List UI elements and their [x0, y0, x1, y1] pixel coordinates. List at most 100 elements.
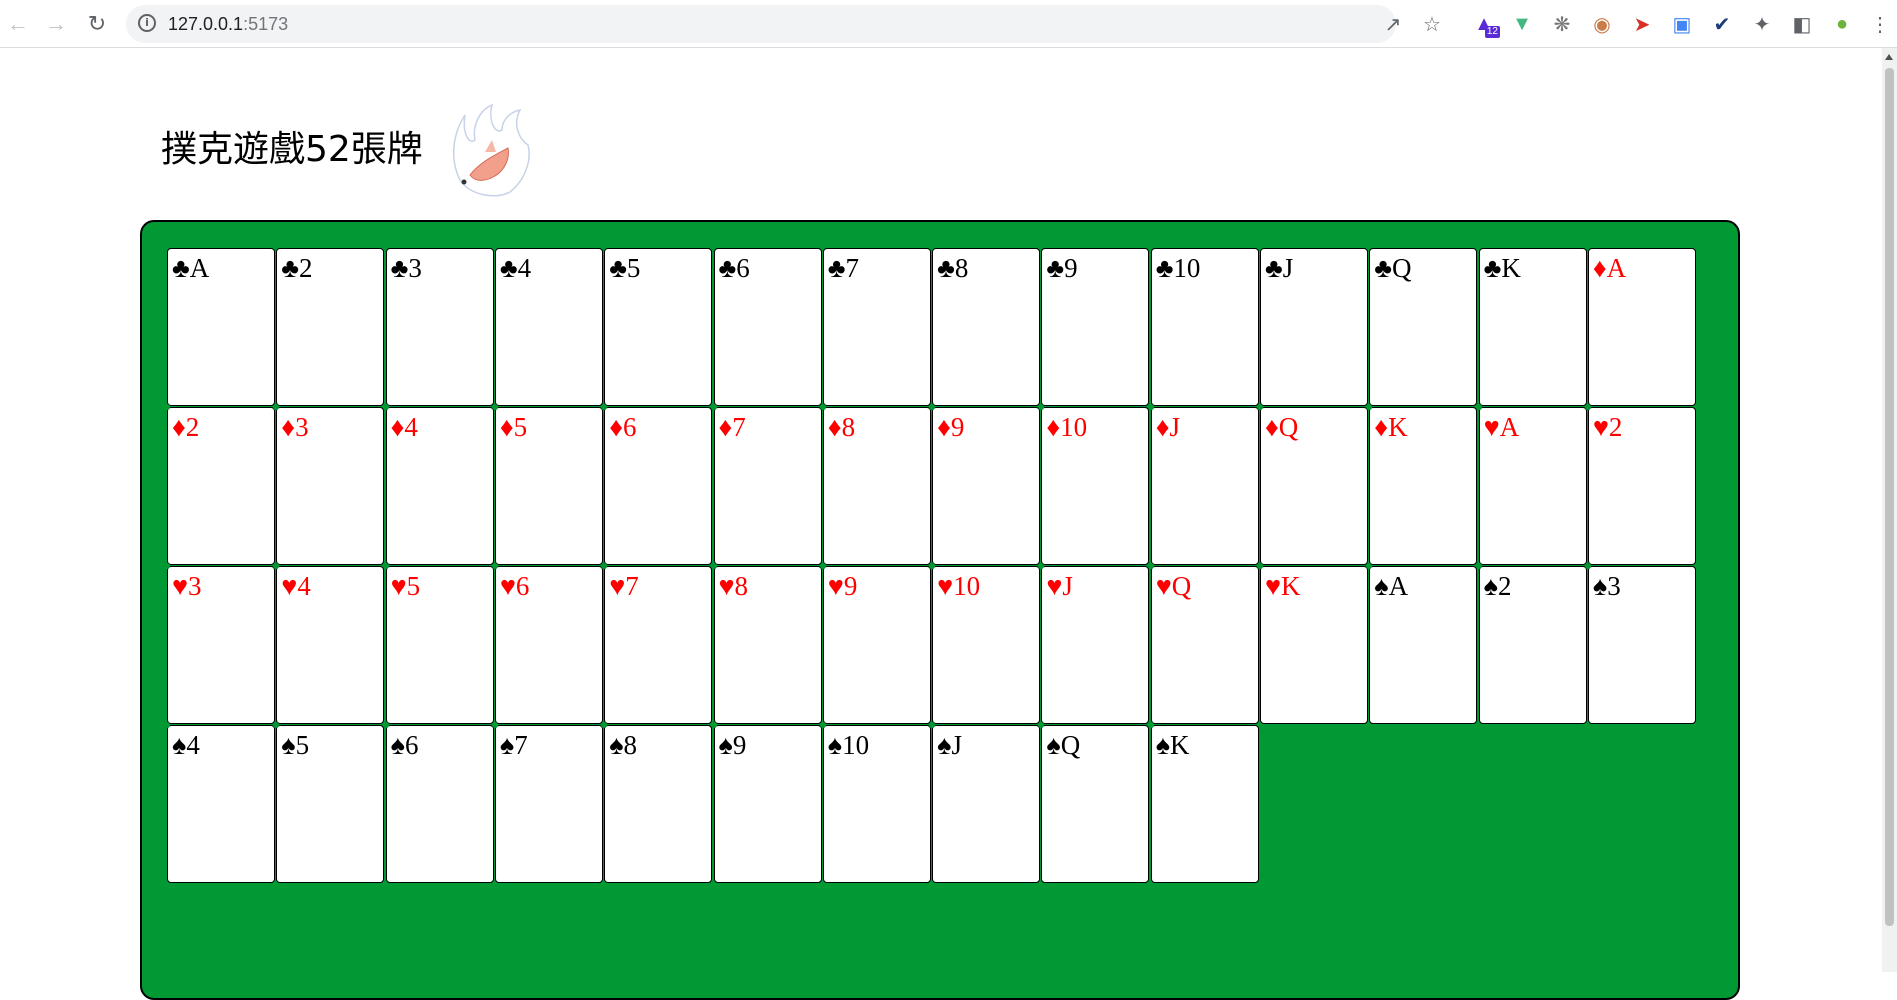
side-panel-icon[interactable]: ◧ — [1786, 8, 1818, 40]
playing-card[interactable]: ♥Q — [1150, 566, 1259, 724]
playing-card[interactable]: ♣Q — [1369, 248, 1478, 406]
scrollbar[interactable] — [1882, 48, 1897, 972]
playing-card[interactable]: ♦Q — [1260, 407, 1368, 565]
playing-card[interactable]: ♣A — [167, 248, 275, 406]
playing-card[interactable]: ♣3 — [385, 248, 494, 406]
playing-card[interactable]: ♠9 — [713, 725, 822, 883]
playing-card[interactable]: ♦4 — [385, 407, 494, 565]
card-label: ♥7 — [609, 571, 639, 601]
playing-card[interactable]: ♣9 — [1041, 248, 1150, 406]
card-table: ♣A ♣2 ♣3 ♣4 ♣5 ♣6 ♣7 ♣8 ♣9 ♣10 ♣J ♣Q ♣K ♦A ♦2 ♦3 ♦4 ♦5 ♦6 ♦… — [140, 220, 1740, 1000]
playing-card[interactable]: ♦7 — [713, 407, 822, 565]
playing-card[interactable]: ♦2 — [167, 407, 275, 565]
card-label: ♣4 — [500, 253, 531, 283]
playing-card[interactable]: ♥K — [1260, 566, 1368, 724]
card-suit: ♦ — [172, 412, 186, 442]
playing-card[interactable]: ♣7 — [822, 248, 931, 406]
card-rank: 10 — [842, 730, 870, 760]
card-label: ♦A — [1593, 253, 1626, 283]
card-suit: ♥ — [1046, 571, 1063, 601]
playing-card[interactable]: ♥4 — [276, 566, 385, 724]
playing-card[interactable]: ♦3 — [276, 407, 385, 565]
playing-card[interactable]: ♣2 — [276, 248, 385, 406]
playing-card[interactable]: ♣J — [1260, 248, 1368, 406]
playing-card[interactable]: ♦K — [1369, 407, 1478, 565]
card-label: ♠5 — [281, 730, 309, 760]
playing-card[interactable]: ♦6 — [604, 407, 713, 565]
extension-mortarboard-icon[interactable]: ▲ 12 — [1468, 8, 1500, 40]
playing-card[interactable]: ♠7 — [494, 725, 603, 883]
address-bar[interactable]: i 127.0.0.1:5173 ↗ ☆ — [126, 5, 1441, 43]
playing-card[interactable]: ♣K — [1478, 248, 1587, 406]
playing-card[interactable]: ♥A — [1478, 407, 1587, 565]
playing-card[interactable]: ♠5 — [276, 725, 385, 883]
playing-card[interactable]: ♠J — [932, 725, 1041, 883]
card-suit: ♠ — [499, 730, 515, 760]
playing-card[interactable]: ♥2 — [1587, 407, 1696, 565]
playing-card[interactable]: ♠6 — [385, 725, 494, 883]
playing-card[interactable]: ♠8 — [604, 725, 713, 883]
playing-card[interactable]: ♥J — [1041, 566, 1150, 724]
reload-icon[interactable]: ↻ — [81, 8, 113, 40]
playing-card[interactable]: ♣10 — [1150, 248, 1259, 406]
menu-kebab-icon[interactable]: ⋮ — [1864, 8, 1896, 40]
playing-card[interactable]: ♥10 — [932, 566, 1041, 724]
card-label: ♦6 — [609, 412, 636, 442]
url-text[interactable]: 127.0.0.1:5173 — [168, 14, 288, 35]
playing-card[interactable]: ♠A — [1369, 566, 1478, 724]
playing-card[interactable]: ♦10 — [1041, 407, 1150, 565]
playing-card[interactable]: ♠2 — [1478, 566, 1587, 724]
profile-avatar[interactable]: ● — [1826, 8, 1858, 40]
playing-card[interactable]: ♦J — [1150, 407, 1259, 565]
card-rank: 4 — [517, 253, 532, 283]
forward-arrow-icon[interactable]: → — [40, 8, 72, 40]
card-rank: Q — [1060, 730, 1081, 760]
card-suit: ♠ — [1155, 730, 1171, 760]
bookmark-star-icon[interactable]: ☆ — [1419, 11, 1445, 37]
playing-card[interactable]: ♠10 — [822, 725, 931, 883]
card-suit: ♦ — [390, 412, 405, 442]
extension-bug-icon[interactable]: ❋ — [1546, 8, 1578, 40]
playing-card[interactable]: ♥5 — [385, 566, 494, 724]
extensions-puzzle-icon[interactable]: ✦ — [1746, 8, 1778, 40]
card-suit: ♥ — [1592, 412, 1609, 442]
playing-card[interactable]: ♥9 — [822, 566, 931, 724]
scrollbar-thumb[interactable] — [1885, 68, 1894, 926]
playing-card[interactable]: ♦9 — [932, 407, 1041, 565]
card-label: ♣9 — [1046, 253, 1077, 283]
playing-card[interactable]: ♥8 — [713, 566, 822, 724]
card-suit: ♣ — [1374, 253, 1393, 283]
card-suit: ♦ — [1155, 412, 1170, 442]
card-suit: ♦ — [718, 412, 733, 442]
playing-card[interactable]: ♣4 — [494, 248, 603, 406]
playing-card[interactable]: ♥6 — [494, 566, 603, 724]
playing-card[interactable]: ♠4 — [167, 725, 275, 883]
extension-check-icon[interactable]: ✔ — [1706, 8, 1738, 40]
playing-card[interactable]: ♦5 — [494, 407, 603, 565]
extension-translate-icon[interactable]: ▣ — [1666, 8, 1698, 40]
playing-card[interactable]: ♥7 — [604, 566, 713, 724]
card-suit: ♦ — [827, 412, 842, 442]
back-arrow-icon[interactable]: ← — [2, 8, 34, 40]
playing-card[interactable]: ♠3 — [1587, 566, 1696, 724]
extension-vue-icon[interactable]: ▼ — [1506, 8, 1538, 40]
playing-card[interactable]: ♥3 — [167, 566, 275, 724]
extension-megaphone-icon[interactable]: ➤ — [1626, 8, 1658, 40]
playing-card[interactable]: ♦8 — [822, 407, 931, 565]
card-label: ♥A — [1484, 412, 1520, 442]
scroll-up-arrow-icon[interactable] — [1885, 54, 1893, 60]
card-corner-dot — [491, 404, 498, 410]
card-suit: ♦ — [1592, 253, 1607, 283]
playing-card[interactable]: ♣8 — [932, 248, 1041, 406]
playing-card[interactable]: ♣6 — [713, 248, 822, 406]
playing-card[interactable]: ♠K — [1150, 725, 1259, 883]
extension-face-icon[interactable]: ◉ — [1586, 8, 1618, 40]
playing-card[interactable]: ♣5 — [604, 248, 713, 406]
card-corner-dot — [1475, 404, 1482, 410]
card-rank: 6 — [404, 730, 419, 760]
card-label: ♦7 — [719, 412, 746, 442]
playing-card[interactable]: ♠Q — [1041, 725, 1150, 883]
playing-card[interactable]: ♦A — [1587, 248, 1696, 406]
site-info-icon[interactable]: i — [138, 14, 156, 32]
share-icon[interactable]: ↗ — [1380, 11, 1406, 37]
